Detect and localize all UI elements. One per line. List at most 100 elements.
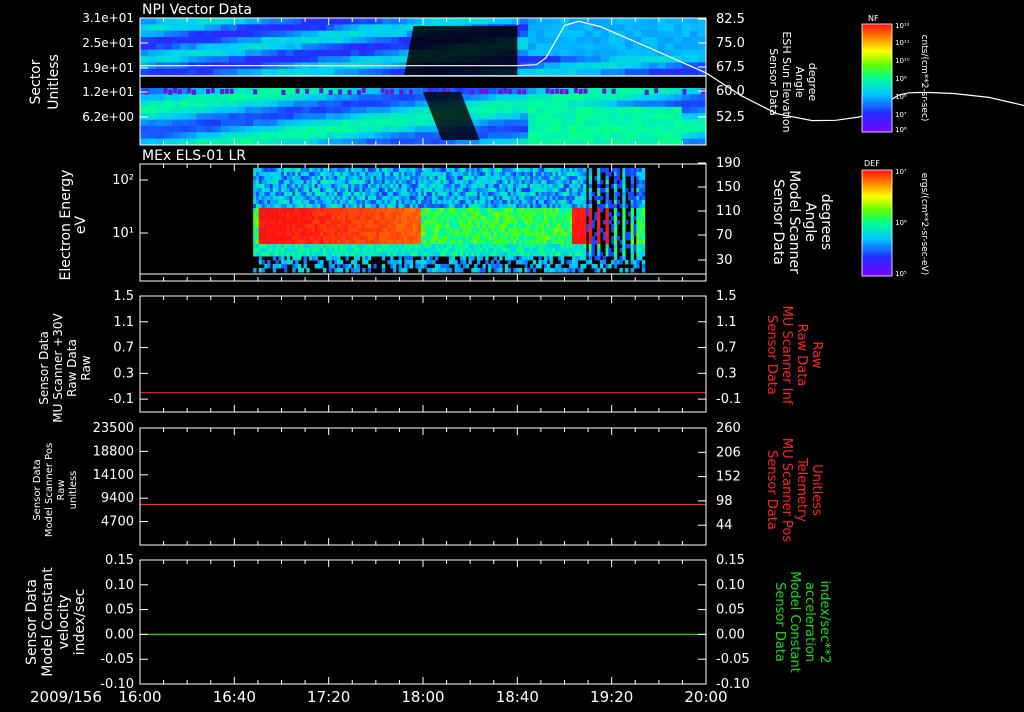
npi-heat-cell xyxy=(318,18,327,25)
els-heat-cell xyxy=(530,256,533,261)
els-heat-cell xyxy=(519,268,522,273)
npi-heat-cell xyxy=(633,107,642,114)
npi-heat-cell xyxy=(277,56,286,63)
npi-heat-cell xyxy=(294,101,303,108)
els-heat-cell xyxy=(589,180,592,185)
npi-heat-cell xyxy=(302,132,311,139)
npi-heat-cell xyxy=(269,132,278,139)
npi-heat-cell xyxy=(286,139,295,146)
npi-heat-cell xyxy=(625,94,634,101)
npi-heat-cell xyxy=(504,132,513,139)
npi-heat-cell xyxy=(205,69,214,76)
npi-heat-cell xyxy=(609,107,618,114)
y-tick-label: 0.7 xyxy=(716,341,737,356)
npi-heat-cell xyxy=(617,120,626,127)
npi-heat-cell xyxy=(641,69,650,76)
npi-heat-cell xyxy=(674,24,683,31)
npi-heat-cell xyxy=(552,69,561,76)
npi-heat-cell xyxy=(633,126,642,133)
els-heat-cell xyxy=(622,228,625,233)
npi-heat-cell xyxy=(383,107,392,114)
npi-band-speckle xyxy=(348,90,352,95)
npi-heat-cell xyxy=(585,139,594,146)
npi-heat-cell xyxy=(617,56,626,63)
npi-heat-cell xyxy=(326,37,335,44)
mu-raw-ylabel-right-2: Raw Data xyxy=(794,324,809,387)
npi-heat-cell xyxy=(633,120,642,127)
npi-heat-cell xyxy=(310,37,319,44)
npi-heat-cell xyxy=(666,139,675,146)
npi-heat-cell xyxy=(617,62,626,69)
els-heat-cell xyxy=(267,260,270,265)
npi-heat-cell xyxy=(294,107,303,114)
npi-heat-cell xyxy=(577,37,586,44)
y-tick-label: 10² xyxy=(112,173,134,188)
els-heat-cell xyxy=(622,256,625,261)
els-heat-cell xyxy=(393,264,396,269)
npi-heat-cell xyxy=(383,139,392,146)
npi-heat-cell xyxy=(536,132,545,139)
npi-heat-cell xyxy=(366,120,375,127)
npi-heat-cell xyxy=(318,120,327,127)
npi-heat-cell xyxy=(148,126,157,133)
npi-heat-cell xyxy=(213,24,222,31)
npi-heat-cell xyxy=(148,43,157,50)
npi-heat-cell xyxy=(334,69,343,76)
y-tick-label: 152 xyxy=(716,470,741,485)
npi-heat-cell xyxy=(649,94,658,101)
npi-heat-cell xyxy=(237,126,246,133)
els-heat-cell xyxy=(642,240,645,245)
els-heat-cell xyxy=(589,204,592,209)
npi-heat-cell xyxy=(318,94,327,101)
npi-heat-cell xyxy=(617,107,626,114)
els-heat-cell xyxy=(592,244,595,249)
npi-heat-cell xyxy=(148,18,157,25)
els-heat-cell xyxy=(617,220,620,225)
npi-heat-cell xyxy=(294,132,303,139)
npi-heat-cell xyxy=(504,113,513,120)
els-heat-cell xyxy=(485,260,488,265)
npi-heat-cell xyxy=(674,37,683,44)
els-heat-cell xyxy=(538,264,541,269)
npi-heat-cell xyxy=(310,107,319,114)
npi-heat-cell xyxy=(391,24,400,31)
npi-heat-cell xyxy=(318,107,327,114)
els-heat-cell xyxy=(642,208,645,213)
els-heat-cell xyxy=(642,212,645,217)
npi-heat-cell xyxy=(286,24,295,31)
npi-heat-cell xyxy=(657,94,666,101)
npi-heat-cell xyxy=(407,107,416,114)
npi-heat-cell xyxy=(520,107,529,114)
npi-heat-cell xyxy=(698,120,707,127)
npi-heat-cell xyxy=(310,43,319,50)
npi-heat-cell xyxy=(342,107,351,114)
npi-heat-cell xyxy=(601,69,610,76)
npi-heat-cell xyxy=(366,43,375,50)
els-heat-cell xyxy=(592,236,595,241)
npi-heat-cell xyxy=(488,113,497,120)
npi-heat-cell xyxy=(180,101,189,108)
panel-scanner-pos: 235001880014100940047002602061529844 Sen… xyxy=(32,421,824,545)
npi-heat-cell xyxy=(277,107,286,114)
npi-heat-cell xyxy=(641,139,650,146)
npi-heat-cell xyxy=(229,18,238,25)
npi-heat-cell xyxy=(399,31,408,38)
npi-heat-cell xyxy=(286,43,295,50)
els-heat-cell xyxy=(642,184,645,189)
els-heat-cell xyxy=(499,264,502,269)
npi-heat-cell xyxy=(649,132,658,139)
npi-heat-cell xyxy=(366,37,375,44)
els-heat-cell xyxy=(614,264,617,269)
npi-heat-cell xyxy=(164,132,173,139)
els-heat-cell xyxy=(589,208,592,213)
npi-heat-cell xyxy=(617,139,626,146)
npi-heat-cell xyxy=(641,101,650,108)
npi-heat-cell xyxy=(569,107,578,114)
npi-heat-cell xyxy=(269,24,278,31)
npi-heat-cell xyxy=(334,50,343,57)
npi-heat-cell xyxy=(666,62,675,69)
npi-heat-cell xyxy=(601,43,610,50)
npi-heat-cell xyxy=(552,139,561,146)
npi-heat-cell xyxy=(148,88,157,95)
els-heat-cell xyxy=(608,264,611,269)
